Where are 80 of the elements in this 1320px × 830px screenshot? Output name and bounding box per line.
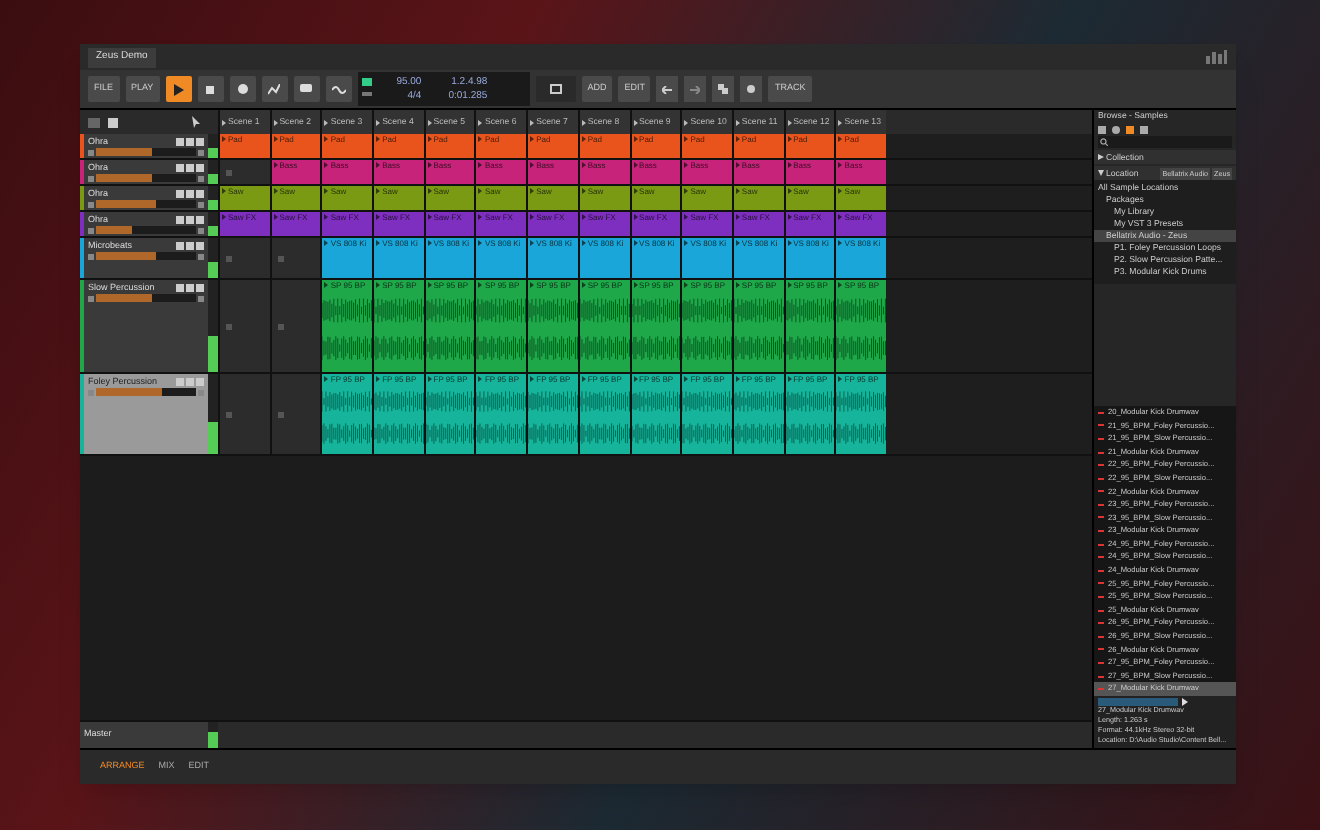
caret-icon	[1098, 170, 1104, 176]
volume-fader[interactable]	[96, 174, 196, 182]
speech-bubble-icon	[300, 84, 313, 94]
mute-toggle-icon[interactable]	[176, 283, 184, 291]
solo-toggle-icon[interactable]	[186, 283, 194, 291]
arm-toggle-icon[interactable]	[196, 377, 204, 385]
arm-toggle-icon[interactable]	[196, 163, 204, 171]
automation-button[interactable]	[261, 76, 288, 102]
solo-toggle-icon[interactable]	[186, 215, 194, 223]
activate-icon[interactable]	[198, 175, 204, 181]
monitor-icon[interactable]	[88, 175, 94, 181]
mute-toggle-icon[interactable]	[176, 377, 184, 385]
copy-icon	[718, 84, 729, 94]
monitor-icon[interactable]	[88, 227, 94, 233]
play-icon[interactable]	[1182, 698, 1188, 706]
activate-icon[interactable]	[198, 201, 204, 207]
mute-toggle-icon[interactable]	[176, 241, 184, 249]
chat-button[interactable]	[293, 76, 320, 102]
solo-toggle-icon[interactable]	[186, 377, 194, 385]
arm-toggle-icon[interactable]	[196, 215, 204, 223]
groove-button[interactable]	[325, 76, 352, 102]
stop-icon	[226, 411, 232, 417]
loop-button[interactable]	[535, 76, 576, 102]
arm-toggle-icon[interactable]	[196, 137, 204, 145]
arm-toggle-icon[interactable]	[196, 189, 204, 197]
play-button[interactable]	[165, 76, 192, 102]
stop-icon	[206, 85, 215, 93]
undo-button[interactable]	[656, 76, 679, 102]
activate-icon[interactable]	[198, 253, 204, 259]
activate-icon[interactable]	[198, 227, 204, 233]
stop-icon	[277, 323, 284, 329]
redo-icon	[690, 85, 701, 93]
loop-icon	[549, 84, 562, 94]
copy-button[interactable]	[712, 76, 735, 102]
waveform-drawing	[1098, 698, 1178, 706]
solo-toggle-icon[interactable]	[186, 163, 194, 171]
search-field[interactable]	[1098, 136, 1232, 148]
mute-toggle-icon[interactable]	[176, 163, 184, 171]
grid-view-icon[interactable]	[88, 117, 100, 127]
play-icon	[173, 83, 184, 95]
caret-icon	[1098, 154, 1104, 160]
arm-toggle-icon[interactable]	[196, 283, 204, 291]
volume-fader[interactable]	[96, 226, 196, 234]
record-icon	[237, 84, 248, 94]
volume-fader[interactable]	[96, 252, 196, 260]
wave-icon	[331, 84, 346, 94]
redo-button[interactable]	[684, 76, 707, 102]
solo-toggle-icon[interactable]	[186, 189, 194, 197]
settings-icon	[746, 84, 757, 94]
search-icon	[1100, 138, 1108, 146]
activate-icon[interactable]	[198, 149, 204, 155]
stop-icon	[226, 323, 232, 329]
monitor-icon[interactable]	[88, 295, 94, 301]
stop-icon	[277, 255, 284, 261]
stop-icon	[226, 169, 232, 175]
arm-toggle-icon[interactable]	[196, 241, 204, 249]
settings-button[interactable]	[740, 76, 763, 102]
logo-icon	[1204, 50, 1228, 64]
automation-icon	[268, 83, 281, 95]
mute-toggle-icon[interactable]	[176, 189, 184, 197]
activate-icon[interactable]	[198, 295, 204, 301]
monitor-icon[interactable]	[88, 253, 94, 259]
volume-fader[interactable]	[96, 200, 196, 208]
stop-icon	[277, 411, 284, 417]
pointer-icon[interactable]	[192, 116, 200, 128]
mute-toggle-icon[interactable]	[176, 215, 184, 223]
volume-fader[interactable]	[96, 294, 196, 302]
undo-icon	[662, 85, 673, 93]
stop-icon	[226, 255, 232, 261]
mute-toggle-icon[interactable]	[176, 137, 184, 145]
solo-toggle-icon[interactable]	[186, 137, 194, 145]
monitor-icon[interactable]	[88, 149, 94, 155]
volume-fader[interactable]	[96, 148, 196, 156]
solo-toggle-icon[interactable]	[186, 241, 194, 249]
preset-icon[interactable]	[1112, 126, 1120, 134]
monitor-icon[interactable]	[88, 201, 94, 207]
volume-fader[interactable]	[96, 388, 196, 396]
record-button[interactable]	[229, 76, 256, 102]
stop-button[interactable]	[197, 76, 224, 102]
list-view-icon[interactable]	[108, 117, 118, 127]
